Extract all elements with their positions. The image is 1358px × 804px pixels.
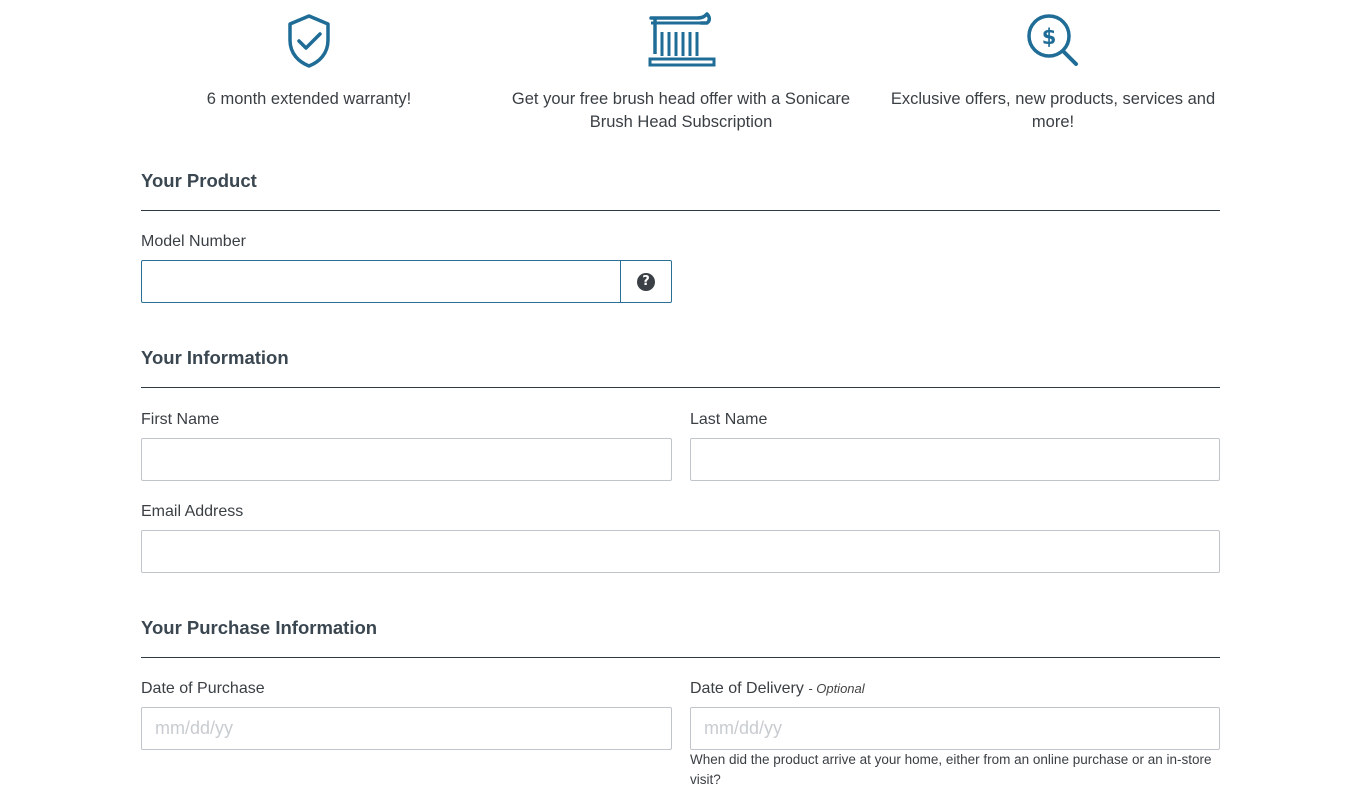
email-label: Email Address <box>141 503 244 520</box>
last-name-input[interactable] <box>690 438 1220 481</box>
benefit-text: Exclusive offers, new products, services… <box>890 90 1216 131</box>
benefit-offers: $ Exclusive offers, new products, servic… <box>883 0 1223 134</box>
registration-page: 6 month extended warranty! Get your free… <box>141 0 1220 787</box>
toothbrush-icon <box>648 12 716 67</box>
date-delivery-input[interactable]: mm/dd/yy <box>690 707 1220 750</box>
model-number-label: Model Number <box>141 233 246 250</box>
benefit-warranty: 6 month extended warranty! <box>139 0 479 111</box>
benefit-text: Get your free brush head offer with a So… <box>511 90 851 131</box>
benefits-row: 6 month extended warranty! Get your free… <box>141 0 1220 150</box>
shield-check-icon <box>288 14 330 68</box>
date-purchase-input[interactable]: mm/dd/yy <box>141 707 672 750</box>
benefit-text: 6 month extended warranty! <box>206 90 412 108</box>
model-number-group: ? <box>141 260 672 303</box>
model-number-input[interactable] <box>142 261 620 302</box>
section-divider <box>141 657 1220 658</box>
delivery-hint: When did the product arrive at your home… <box>690 752 1212 787</box>
benefit-brush-head: Get your free brush head offer with a So… <box>511 0 851 134</box>
email-input[interactable] <box>141 530 1220 573</box>
question-icon: ? <box>637 272 655 291</box>
model-help-button[interactable]: ? <box>620 261 671 302</box>
dollar-search-icon: $ <box>1027 14 1078 66</box>
last-name-label: Last Name <box>690 411 768 428</box>
date-delivery-label-wrap: Date of Delivery - Optional <box>690 680 865 698</box>
section-title-information: Your Information <box>141 347 289 368</box>
svg-text:$: $ <box>1042 25 1057 49</box>
section-title-product: Your Product <box>141 170 257 191</box>
first-name-label: First Name <box>141 411 220 428</box>
section-divider <box>141 387 1220 388</box>
first-name-input[interactable] <box>141 438 672 481</box>
section-divider <box>141 210 1220 211</box>
section-title-purchase: Your Purchase Information <box>141 617 378 638</box>
date-purchase-label: Date of Purchase <box>141 680 265 697</box>
date-delivery-label: Date of Delivery <box>690 680 804 697</box>
optional-tag: - Optional <box>808 681 865 696</box>
